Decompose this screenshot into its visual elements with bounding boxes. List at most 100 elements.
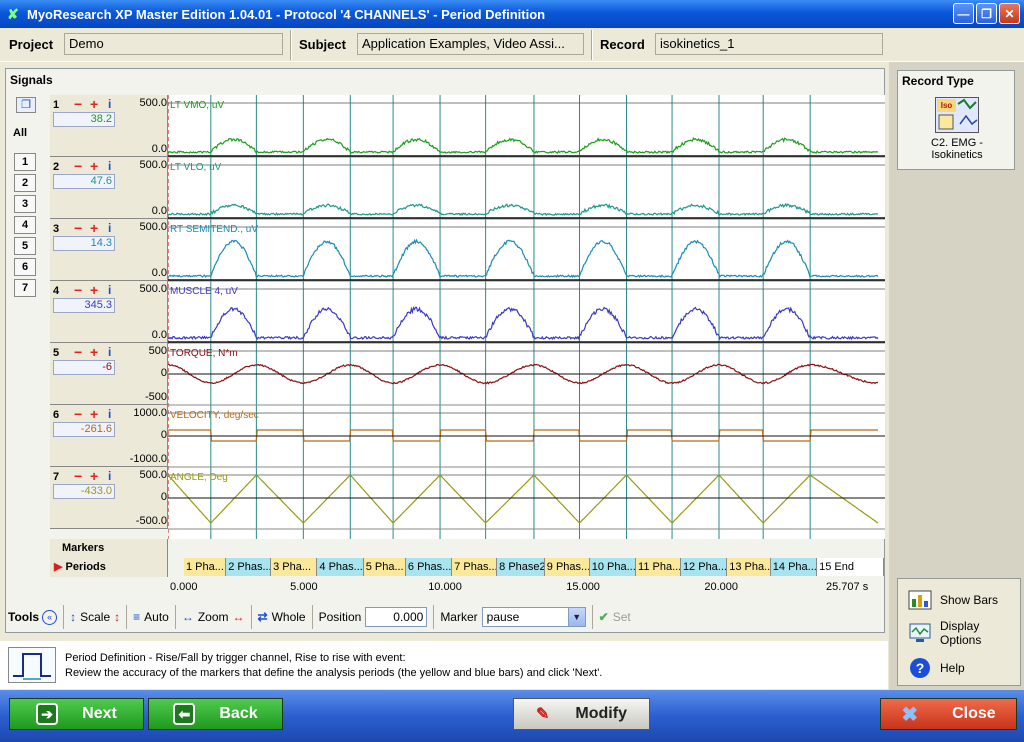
zoom-button[interactable]: ↔ Zoom ↔	[174, 605, 251, 629]
scale-button[interactable]: ↕ Scale ↕	[63, 605, 126, 629]
expand-arrow-icon[interactable]: ▶	[54, 561, 62, 573]
add-channel-icon[interactable]: +	[90, 158, 98, 174]
channel-number: 6	[53, 409, 60, 421]
channel-info-icon[interactable]: i	[108, 469, 111, 483]
time-tick-label: 5.000	[290, 581, 318, 593]
modify-button[interactable]: ✎ Modify	[513, 698, 650, 730]
overlay-channels-icon[interactable]: ❐	[16, 97, 36, 113]
whole-icon: ⇄	[257, 610, 268, 624]
channel-info-icon[interactable]: i	[108, 345, 111, 359]
scale-max: 500.0	[139, 469, 167, 481]
close-button[interactable]: ✖ Close	[880, 698, 1017, 730]
period-segment[interactable]: 15 End	[817, 558, 884, 576]
period-segment[interactable]: 9 Phas...	[544, 558, 590, 576]
chevron-down-icon[interactable]: ▼	[567, 608, 585, 626]
set-button[interactable]: ✔ Set	[591, 605, 637, 629]
period-segment[interactable]: 12 Pha...	[680, 558, 728, 576]
remove-channel-icon[interactable]: −	[74, 468, 82, 484]
arrow-left-icon: ⬅	[173, 703, 196, 725]
time-axis: 0.000 5.000 10.000 15.000 20.000 25.707 s	[50, 577, 885, 603]
remove-channel-icon[interactable]: −	[74, 344, 82, 360]
restore-icon[interactable]: ❐	[976, 3, 997, 24]
app-icon: ✘	[7, 6, 19, 22]
period-segment[interactable]: 5 Pha...	[363, 558, 406, 576]
add-channel-icon[interactable]: +	[90, 406, 98, 422]
channel-info-icon[interactable]: i	[108, 221, 111, 235]
help-button[interactable]: ? Help	[908, 657, 965, 679]
close-window-icon[interactable]: ✕	[999, 3, 1020, 24]
whole-button[interactable]: ⇄ Whole	[250, 605, 312, 629]
add-channel-icon[interactable]: +	[90, 468, 98, 484]
record-info-bar: Project Demo Subject Application Example…	[0, 28, 1024, 62]
period-segment[interactable]: 13 Pha...	[727, 558, 771, 576]
remove-channel-icon[interactable]: −	[74, 406, 82, 422]
add-channel-icon[interactable]: +	[90, 96, 98, 112]
subject-field: Application Examples, Video Assi...	[357, 33, 584, 55]
add-channel-icon[interactable]: +	[90, 282, 98, 298]
remove-channel-icon[interactable]: −	[74, 96, 82, 112]
channel-button[interactable]: 1	[14, 153, 36, 171]
channel-selector: ❐ All 1 2 3 4 5 6 7	[10, 97, 40, 597]
minimize-icon[interactable]: —	[953, 3, 974, 24]
period-segment[interactable]: 14 Pha...	[770, 558, 818, 576]
period-segment[interactable]: 2 Phas...	[226, 558, 272, 576]
back-button[interactable]: ⬅ Back	[148, 698, 283, 730]
period-segment[interactable]: 4 Phas...	[317, 558, 364, 576]
channel-info-icon[interactable]: i	[108, 159, 111, 173]
collapse-tools-icon[interactable]: «	[42, 609, 58, 625]
remove-channel-icon[interactable]: −	[74, 220, 82, 236]
scale-expand-icon[interactable]: ↕	[114, 610, 120, 624]
add-channel-icon[interactable]: +	[90, 220, 98, 236]
auto-button[interactable]: ≡ Auto	[126, 605, 175, 629]
channel-value: 47.6	[53, 174, 115, 189]
add-channel-icon[interactable]: +	[90, 344, 98, 360]
period-segment[interactable]: 8 Phase2	[497, 558, 545, 576]
remove-channel-icon[interactable]: −	[74, 158, 82, 174]
scale-mid: 0	[160, 491, 167, 503]
signal-traces[interactable]: LT VMO, uV LT VLO, uV RT SEMITEND., uV MUSC…	[168, 95, 885, 539]
channel-name: LT VMO, uV	[170, 100, 224, 111]
isokinetics-icon[interactable]: Iso	[935, 97, 979, 133]
scale-max: 1000.0	[133, 407, 167, 419]
scale-min: -500.0	[135, 515, 167, 527]
position-label: Position	[318, 610, 362, 624]
period-segment[interactable]: 1 Pha...	[184, 558, 227, 576]
channel-button[interactable]: 4	[14, 216, 36, 234]
marker-select[interactable]: pause ▼	[481, 607, 586, 627]
channel-info-icon[interactable]: i	[108, 407, 111, 421]
signals-title: Signals	[10, 73, 53, 87]
channel-button[interactable]: 7	[14, 279, 36, 297]
period-segment[interactable]: 6 Phas...	[405, 558, 453, 576]
scale-min: -500	[144, 391, 167, 403]
scale-max: 500.0	[139, 159, 167, 171]
channel-button[interactable]: 2	[14, 174, 36, 192]
remove-channel-icon[interactable]: −	[74, 282, 82, 298]
project-field: Demo	[64, 33, 283, 55]
next-button[interactable]: ➔ Next	[9, 698, 144, 730]
period-segment[interactable]: 3 Pha...	[271, 558, 318, 576]
channel-button[interactable]: 6	[14, 258, 36, 276]
channel-name: ANGLE, Deg	[170, 472, 228, 483]
show-bars-button[interactable]: Show Bars	[908, 589, 998, 611]
channel-info-icon[interactable]: i	[108, 283, 111, 297]
zoom-icon: ↔	[181, 610, 194, 624]
record-type-box: Record Type Iso C2. EMG - Isokinetics	[897, 70, 1015, 170]
period-segment[interactable]: 10 Pha...	[589, 558, 636, 576]
channel-info-icon[interactable]: i	[108, 97, 111, 111]
markers-label: Markers	[50, 539, 168, 558]
zoom-expand-icon[interactable]: ↔	[233, 610, 245, 624]
scale-max: 500.0	[139, 97, 167, 109]
period-segment[interactable]: 7 Phas...	[452, 558, 498, 576]
channel-button[interactable]: 5	[14, 237, 36, 255]
plot-background	[168, 95, 885, 539]
project-label: Project	[9, 37, 54, 52]
display-options-button[interactable]: Display Options	[908, 619, 981, 647]
window-title: MyoResearch XP Master Edition 1.04.01 - …	[27, 6, 546, 22]
channel-button[interactable]: 3	[14, 195, 36, 213]
isokinetics-label: C2. EMG - Isokinetics	[931, 137, 983, 161]
scale-min: 0.0	[151, 143, 167, 155]
all-channels-button[interactable]: All	[13, 127, 27, 139]
channel-name: VELOCITY, deg/sec	[170, 410, 259, 421]
position-input[interactable]: 0.000	[365, 607, 428, 627]
period-segment[interactable]: 11 Pha...	[636, 558, 681, 576]
